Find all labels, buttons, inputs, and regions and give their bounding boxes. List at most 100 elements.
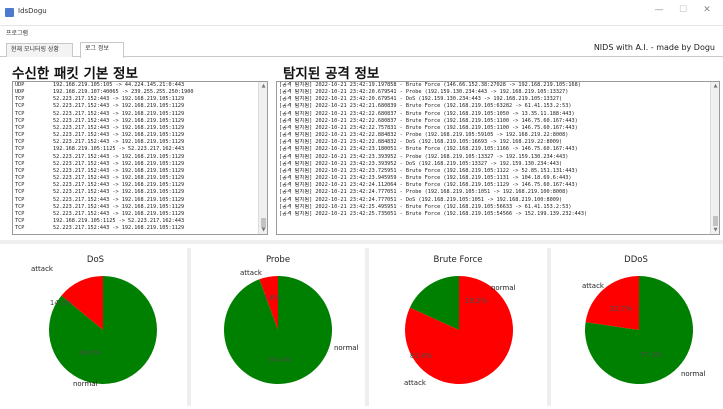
pie-category-label: normal	[681, 370, 706, 378]
packet-row[interactable]: TCP 52.223.217.152:443 -> 192.168.219.105…	[15, 225, 257, 232]
attack-list[interactable]: [공격 탐지됨] 2022-10-21 23:42:19.197858 - Br…	[276, 81, 720, 235]
attack-row[interactable]: [공격 탐지됨] 2022-10-21 23:42:21.680839 - Br…	[279, 103, 709, 110]
packet-row[interactable]: TCP 192.168.219.105:1125 -> 52.223.217.16…	[15, 218, 257, 225]
scroll-up-icon[interactable]: ▲	[711, 82, 719, 90]
pie-slice-normal	[224, 276, 332, 384]
pie-chart-brute-force: 18.2%normal 81.8% attack	[404, 276, 516, 387]
packet-route: 52.223.217.152:443 -> 192.168.219.105:11…	[53, 96, 185, 103]
attack-row[interactable]: [공격 탐지됨] 2022-10-21 23:42:22.884832 - Pr…	[279, 132, 709, 139]
packet-route: 52.223.217.152:443 -> 192.168.219.105:11…	[53, 167, 185, 174]
packet-row[interactable]: TCP 52.223.217.152:443 -> 192.168.219.105…	[15, 125, 257, 132]
attack-row[interactable]: [공격 탐지됨] 2022-10-21 23:42:23.393952 - Pr…	[279, 154, 709, 161]
pie-category-label: attack	[31, 265, 54, 273]
packet-protocol: TCP	[15, 132, 25, 139]
packet-route: 52.223.217.152:443 -> 192.168.219.105:11…	[53, 203, 185, 210]
packet-route: 192.168.219.107:40065 -> 239.255.255.250…	[53, 89, 194, 96]
packet-protocol: TCP	[15, 146, 25, 153]
packet-protocol: TCP	[15, 196, 25, 203]
scroll-thumb[interactable]	[713, 216, 718, 226]
packet-row[interactable]: TCP 52.223.217.152:443 -> 192.168.219.105…	[15, 182, 257, 189]
pie-percent-label: 22.7%	[610, 305, 633, 313]
attack-row[interactable]: [공격 탐지됨] 2022-10-21 23:42:23.725951 - Br…	[279, 168, 709, 175]
packet-route: 52.223.217.152:443 -> 192.168.219.105:11…	[53, 196, 185, 203]
chart-panel-ddos: DDoS 22.7% attack 77.3% normal	[551, 248, 721, 406]
packet-route: 52.223.217.152:443 -> 192.168.219.105:11…	[53, 110, 185, 117]
attack-row[interactable]: [공격 탐지됨] 2022-10-21 23:42:20.679541 - Do…	[279, 96, 709, 103]
attack-row[interactable]: [공격 탐지됨] 2022-10-21 23:42:24.777051 - Pr…	[279, 189, 709, 196]
packet-protocol: TCP	[15, 110, 25, 117]
packet-row[interactable]: TCP 52.223.217.152:443 -> 192.168.219.105…	[15, 197, 257, 204]
chart-panel-probe: Probe 5.6% attack 94.4% normal	[191, 248, 365, 406]
packet-protocol: TCP	[15, 189, 25, 196]
packet-protocol: TCP	[15, 225, 25, 232]
pie-category-label: normal	[334, 344, 359, 352]
packet-list-scrollbar[interactable]: ▲ ▼	[258, 82, 267, 234]
packet-rows: UDP 192.168.219.105:105 -> 44.224.145.21:…	[15, 82, 257, 232]
attack-row[interactable]: [공격 탐지됨] 2022-10-21 23:42:24.112064 - Br…	[279, 182, 709, 189]
packet-row[interactable]: TCP 192.168.219.105:1125 -> 52.223.217.16…	[15, 146, 257, 153]
packet-row[interactable]: TCP 52.223.217.152:443 -> 192.168.219.105…	[15, 103, 257, 110]
attack-row[interactable]: [공격 탐지됨] 2022-10-21 23:42:22.884832 - Do…	[279, 139, 709, 146]
scroll-up-icon[interactable]: ▲	[259, 82, 267, 90]
attack-row[interactable]: [공격 탐지됨] 2022-10-21 23:42:23.945959 - Br…	[279, 175, 709, 182]
packet-route: 192.168.219.105:1125 -> 52.223.217.162:4…	[53, 146, 185, 153]
tab-monitoring[interactable]: 현재 모니터링 상황	[6, 43, 73, 57]
packet-row[interactable]: TCP 52.223.217.152:443 -> 192.168.219.105…	[15, 204, 257, 211]
pie-category-label: attack	[404, 379, 427, 387]
packet-protocol: TCP	[15, 203, 25, 210]
packet-row[interactable]: UDP 192.168.219.105:105 -> 44.224.145.21:…	[15, 82, 257, 89]
packet-route: 192.168.219.105:105 -> 44.224.145.21:0:4…	[53, 82, 185, 88]
section-divider	[0, 240, 723, 244]
maximize-icon[interactable]: ☐	[676, 5, 690, 15]
packet-row[interactable]: TCP 52.223.217.152:443 -> 192.168.219.105…	[15, 161, 257, 168]
packet-route: 52.223.217.152:443 -> 192.168.219.105:11…	[53, 175, 185, 182]
tab-log-info[interactable]: 로그 정보	[80, 42, 124, 58]
pie-category-label: normal	[491, 284, 516, 292]
attack-row[interactable]: [공격 탐지됨] 2022-10-21 23:42:22.680837 - Br…	[279, 118, 709, 125]
attack-row[interactable]: [공격 탐지됨] 2022-10-21 23:42:25.735051 - Br…	[279, 211, 709, 218]
packet-row[interactable]: TCP 52.223.217.152:443 -> 192.168.219.105…	[15, 118, 257, 125]
packet-row[interactable]: TCP 52.223.217.152:443 -> 192.168.219.105…	[15, 211, 257, 218]
attack-row[interactable]: [공격 탐지됨] 2022-10-21 23:42:20.679541 - Pr…	[279, 89, 709, 96]
scroll-down-icon[interactable]: ▼	[711, 226, 719, 234]
attack-list-scrollbar[interactable]: ▲ ▼	[710, 82, 719, 234]
packet-protocol: UDP	[15, 89, 25, 96]
packet-row[interactable]: TCP 52.223.217.152:443 -> 192.168.219.105…	[15, 175, 257, 182]
attack-row[interactable]: [공격 탐지됨] 2022-10-21 23:42:22.757831 - Br…	[279, 125, 709, 132]
attack-row[interactable]: [공격 탐지됨] 2022-10-21 23:42:25.495951 - Br…	[279, 204, 709, 211]
packet-protocol: TCP	[15, 153, 25, 160]
minimize-icon[interactable]: —	[652, 5, 666, 15]
attack-rows: [공격 탐지됨] 2022-10-21 23:42:19.197858 - Br…	[279, 82, 709, 218]
packet-protocol: TCP	[15, 124, 25, 131]
packet-route: 52.223.217.152:443 -> 192.168.219.105:11…	[53, 124, 185, 131]
packet-route: 52.223.217.152:443 -> 192.168.219.105:11…	[53, 117, 185, 124]
packets-section-title: 수신한 패킷 기본 정보	[12, 66, 138, 82]
packet-row[interactable]: TCP 52.223.217.152:443 -> 192.168.219.105…	[15, 154, 257, 161]
pie-chart-dos: 14.0% attack 86.0% normal	[31, 265, 158, 388]
attack-row[interactable]: [공격 탐지됨] 2022-10-21 23:42:23.393952 - Do…	[279, 161, 709, 168]
attack-row[interactable]: [공격 탐지됨] 2022-10-21 23:42:22.680837 - Br…	[279, 111, 709, 118]
menu-item-program[interactable]: 프로그램	[6, 28, 28, 37]
packet-row[interactable]: TCP 52.223.217.152:443 -> 192.168.219.105…	[15, 111, 257, 118]
packet-row[interactable]: TCP 52.223.217.152:443 -> 192.168.219.105…	[15, 96, 257, 103]
attack-row[interactable]: [공격 탐지됨] 2022-10-21 23:42:24.777051 - Do…	[279, 197, 709, 204]
packet-row[interactable]: TCP 52.223.217.152:443 -> 192.168.219.105…	[15, 168, 257, 175]
packet-list[interactable]: UDP 192.168.219.105:105 -> 44.224.145.21:…	[12, 81, 268, 235]
attack-row[interactable]: [공격 탐지됨] 2022-10-21 23:42:19.197858 - Br…	[279, 82, 709, 89]
window-title: IdsDogu	[18, 7, 47, 15]
packet-protocol: TCP	[15, 160, 25, 167]
tab-bar: 현재 모니터링 상황 로그 정보 NIDS with A.I. - made b…	[0, 41, 723, 58]
credit-text: NIDS with A.I. - made by Dogu	[593, 43, 715, 52]
packet-row[interactable]: UDP 192.168.219.107:40065 -> 239.255.255.…	[15, 89, 257, 96]
pie-percent-label: 77.3%	[640, 351, 663, 359]
packet-protocol: TCP	[15, 217, 25, 224]
packet-row[interactable]: TCP 52.223.217.152:443 -> 192.168.219.105…	[15, 139, 257, 146]
scroll-down-icon[interactable]: ▼	[259, 226, 267, 234]
packet-protocol: TCP	[15, 167, 25, 174]
close-icon[interactable]: ✕	[700, 5, 714, 15]
attack-row[interactable]: [공격 탐지됨] 2022-10-21 23:42:23.180051 - Br…	[279, 146, 709, 153]
packet-route: 192.168.219.105:1125 -> 52.223.217.162:4…	[53, 217, 185, 224]
packet-row[interactable]: TCP 52.223.217.152:443 -> 192.168.219.105…	[15, 132, 257, 139]
packet-protocol: TCP	[15, 182, 25, 189]
packet-row[interactable]: TCP 52.223.217.152:443 -> 192.168.219.105…	[15, 189, 257, 196]
